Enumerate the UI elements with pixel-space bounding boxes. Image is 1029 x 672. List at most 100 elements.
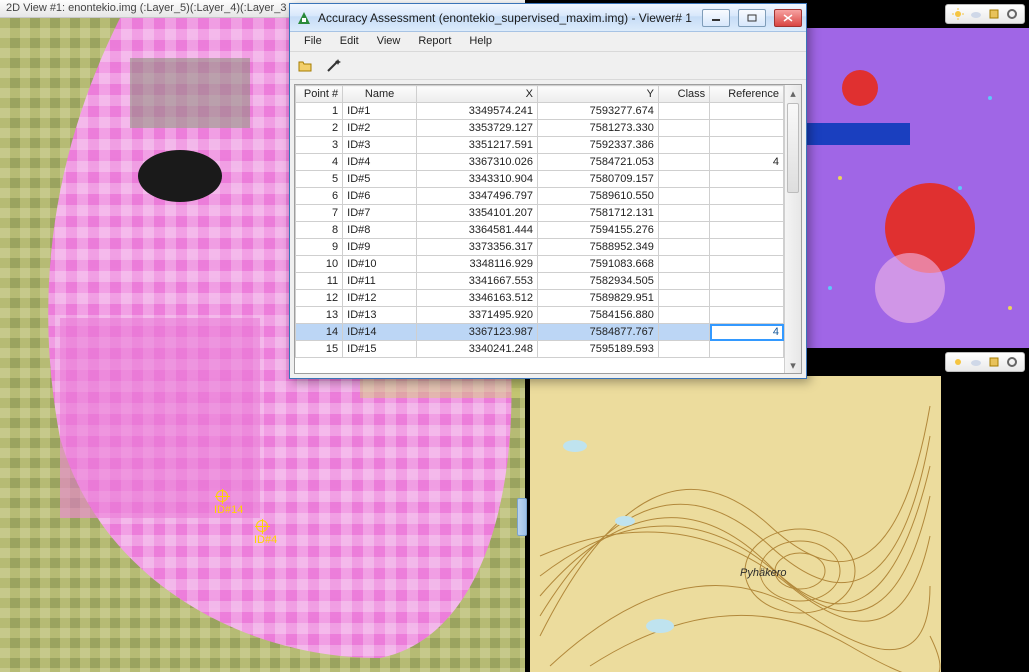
cell-class[interactable] xyxy=(658,205,709,222)
cell-name[interactable]: ID#12 xyxy=(343,290,417,307)
scroll-thumb[interactable] xyxy=(787,103,799,193)
sun-icon[interactable] xyxy=(952,8,964,20)
wand-button[interactable] xyxy=(322,55,344,77)
cell-x[interactable]: 3367123.987 xyxy=(416,324,537,341)
table-row[interactable]: 7ID#73354101.2077581712.131 xyxy=(296,205,784,222)
cell-y[interactable]: 7595189.593 xyxy=(537,341,658,358)
cell-name[interactable]: ID#13 xyxy=(343,307,417,324)
cell-x[interactable]: 3371495.920 xyxy=(416,307,537,324)
cell-x[interactable]: 3343310.904 xyxy=(416,171,537,188)
cell-class[interactable] xyxy=(658,188,709,205)
cell-name[interactable]: ID#8 xyxy=(343,222,417,239)
cell-class[interactable] xyxy=(658,290,709,307)
table-row[interactable]: 2ID#23353729.1277581273.330 xyxy=(296,120,784,137)
cell-point[interactable]: 6 xyxy=(296,188,343,205)
table-row[interactable]: 11ID#113341667.5537582934.505 xyxy=(296,273,784,290)
cell-class[interactable] xyxy=(658,307,709,324)
column-header[interactable]: Point # xyxy=(296,86,343,103)
cell-name[interactable]: ID#15 xyxy=(343,341,417,358)
cloud-icon[interactable] xyxy=(970,8,982,20)
column-header[interactable]: Class xyxy=(658,86,709,103)
vertical-scrollbar[interactable]: ▴ ▾ xyxy=(784,85,801,373)
cell-x[interactable]: 3348116.929 xyxy=(416,256,537,273)
cell-point[interactable]: 15 xyxy=(296,341,343,358)
maximize-button[interactable] xyxy=(738,9,766,27)
cell-reference[interactable] xyxy=(710,239,784,256)
cell-class[interactable] xyxy=(658,324,709,341)
cell-x[interactable]: 3349574.241 xyxy=(416,103,537,120)
menu-edit[interactable]: Edit xyxy=(332,34,367,51)
cell-reference[interactable] xyxy=(710,222,784,239)
gear-icon[interactable] xyxy=(1006,356,1018,368)
cell-y[interactable]: 7589610.550 xyxy=(537,188,658,205)
cell-x[interactable]: 3340241.248 xyxy=(416,341,537,358)
cell-x[interactable]: 3346163.512 xyxy=(416,290,537,307)
cell-y[interactable]: 7594155.276 xyxy=(537,222,658,239)
cell-reference[interactable] xyxy=(710,188,784,205)
cell-reference[interactable] xyxy=(710,290,784,307)
cell-y[interactable]: 7589829.951 xyxy=(537,290,658,307)
column-header[interactable]: X xyxy=(416,86,537,103)
cell-class[interactable] xyxy=(658,341,709,358)
menu-report[interactable]: Report xyxy=(410,34,459,51)
cell-point[interactable]: 7 xyxy=(296,205,343,222)
cell-reference[interactable]: 4 xyxy=(710,324,784,341)
cell-name[interactable]: ID#6 xyxy=(343,188,417,205)
cell-point[interactable]: 13 xyxy=(296,307,343,324)
cell-name[interactable]: ID#5 xyxy=(343,171,417,188)
cell-y[interactable]: 7593277.674 xyxy=(537,103,658,120)
cell-reference[interactable] xyxy=(710,341,784,358)
menu-file[interactable]: File xyxy=(296,34,330,51)
cell-x[interactable]: 3353729.127 xyxy=(416,120,537,137)
cell-class[interactable] xyxy=(658,137,709,154)
menu-view[interactable]: View xyxy=(369,34,409,51)
cell-y[interactable]: 7581712.131 xyxy=(537,205,658,222)
cell-x[interactable]: 3354101.207 xyxy=(416,205,537,222)
cell-y[interactable]: 7592337.386 xyxy=(537,137,658,154)
cell-class[interactable] xyxy=(658,103,709,120)
cell-x[interactable]: 3341667.553 xyxy=(416,273,537,290)
cell-reference[interactable] xyxy=(710,307,784,324)
cell-x[interactable]: 3364581.444 xyxy=(416,222,537,239)
table-row[interactable]: 6ID#63347496.7977589610.550 xyxy=(296,188,784,205)
cell-class[interactable] xyxy=(658,239,709,256)
column-header[interactable]: Name xyxy=(343,86,417,103)
cell-y[interactable]: 7588952.349 xyxy=(537,239,658,256)
cloud-icon[interactable] xyxy=(970,356,982,368)
cell-reference[interactable] xyxy=(710,171,784,188)
cell-y[interactable]: 7581273.330 xyxy=(537,120,658,137)
view-splitter[interactable] xyxy=(517,498,527,536)
cell-class[interactable] xyxy=(658,154,709,171)
sun-icon[interactable] xyxy=(952,356,964,368)
table-row[interactable]: 13ID#133371495.9207584156.880 xyxy=(296,307,784,324)
cell-point[interactable]: 4 xyxy=(296,154,343,171)
cell-name[interactable]: ID#11 xyxy=(343,273,417,290)
cell-name[interactable]: ID#9 xyxy=(343,239,417,256)
cell-point[interactable]: 12 xyxy=(296,290,343,307)
cell-point[interactable]: 14 xyxy=(296,324,343,341)
column-header[interactable]: Y xyxy=(537,86,658,103)
cell-x[interactable]: 3351217.591 xyxy=(416,137,537,154)
cell-class[interactable] xyxy=(658,222,709,239)
cell-y[interactable]: 7584721.053 xyxy=(537,154,658,171)
cell-x[interactable]: 3367310.026 xyxy=(416,154,537,171)
cell-point[interactable]: 11 xyxy=(296,273,343,290)
cell-class[interactable] xyxy=(658,256,709,273)
column-header[interactable]: Reference xyxy=(710,86,784,103)
box-icon[interactable] xyxy=(988,356,1000,368)
table-row[interactable]: 9ID#93373356.3177588952.349 xyxy=(296,239,784,256)
cell-reference[interactable] xyxy=(710,256,784,273)
data-grid[interactable]: Point #NameXYClassReference 1ID#13349574… xyxy=(294,84,802,374)
cell-name[interactable]: ID#7 xyxy=(343,205,417,222)
map-marker[interactable]: ID#4 xyxy=(254,534,277,546)
cell-name[interactable]: ID#1 xyxy=(343,103,417,120)
close-button[interactable] xyxy=(774,9,802,27)
cell-reference[interactable] xyxy=(710,205,784,222)
table-row[interactable]: 4ID#43367310.0267584721.0534 xyxy=(296,154,784,171)
minimize-button[interactable] xyxy=(702,9,730,27)
cell-reference[interactable] xyxy=(710,120,784,137)
cell-reference[interactable] xyxy=(710,137,784,154)
cell-x[interactable]: 3373356.317 xyxy=(416,239,537,256)
cell-y[interactable]: 7591083.668 xyxy=(537,256,658,273)
cell-name[interactable]: ID#10 xyxy=(343,256,417,273)
